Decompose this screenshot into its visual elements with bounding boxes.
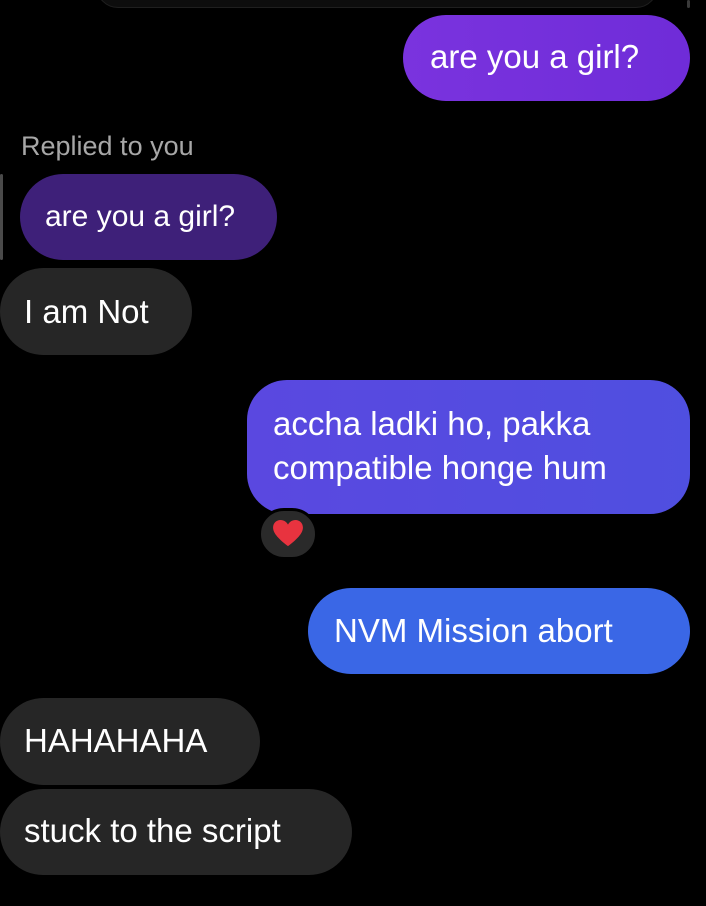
message-line: accha ladki ho, pakka <box>273 405 591 442</box>
quoted-reply-bubble[interactable]: are you a girl? <box>20 174 277 260</box>
scroll-indicator[interactable] <box>687 0 690 8</box>
replied-to-you-label: Replied to you <box>21 131 194 161</box>
message-reaction[interactable] <box>258 508 318 560</box>
heart-icon <box>273 520 303 547</box>
received-message-bubble[interactable]: stuck to the script <box>0 789 352 875</box>
sent-message-bubble[interactable]: NVM Mission abort <box>308 588 690 674</box>
sent-message-bubble[interactable]: accha ladki ho, pakka compatible honge h… <box>247 380 690 514</box>
received-message-bubble[interactable]: HAHAHAHA <box>0 698 260 785</box>
reply-indicator-bar <box>0 174 3 260</box>
sent-message-bubble[interactable]: are you a girl? <box>403 15 690 101</box>
received-message-bubble[interactable]: I am Not <box>0 268 192 355</box>
previous-message-edge <box>96 0 658 8</box>
message-line: compatible honge hum <box>273 449 607 486</box>
